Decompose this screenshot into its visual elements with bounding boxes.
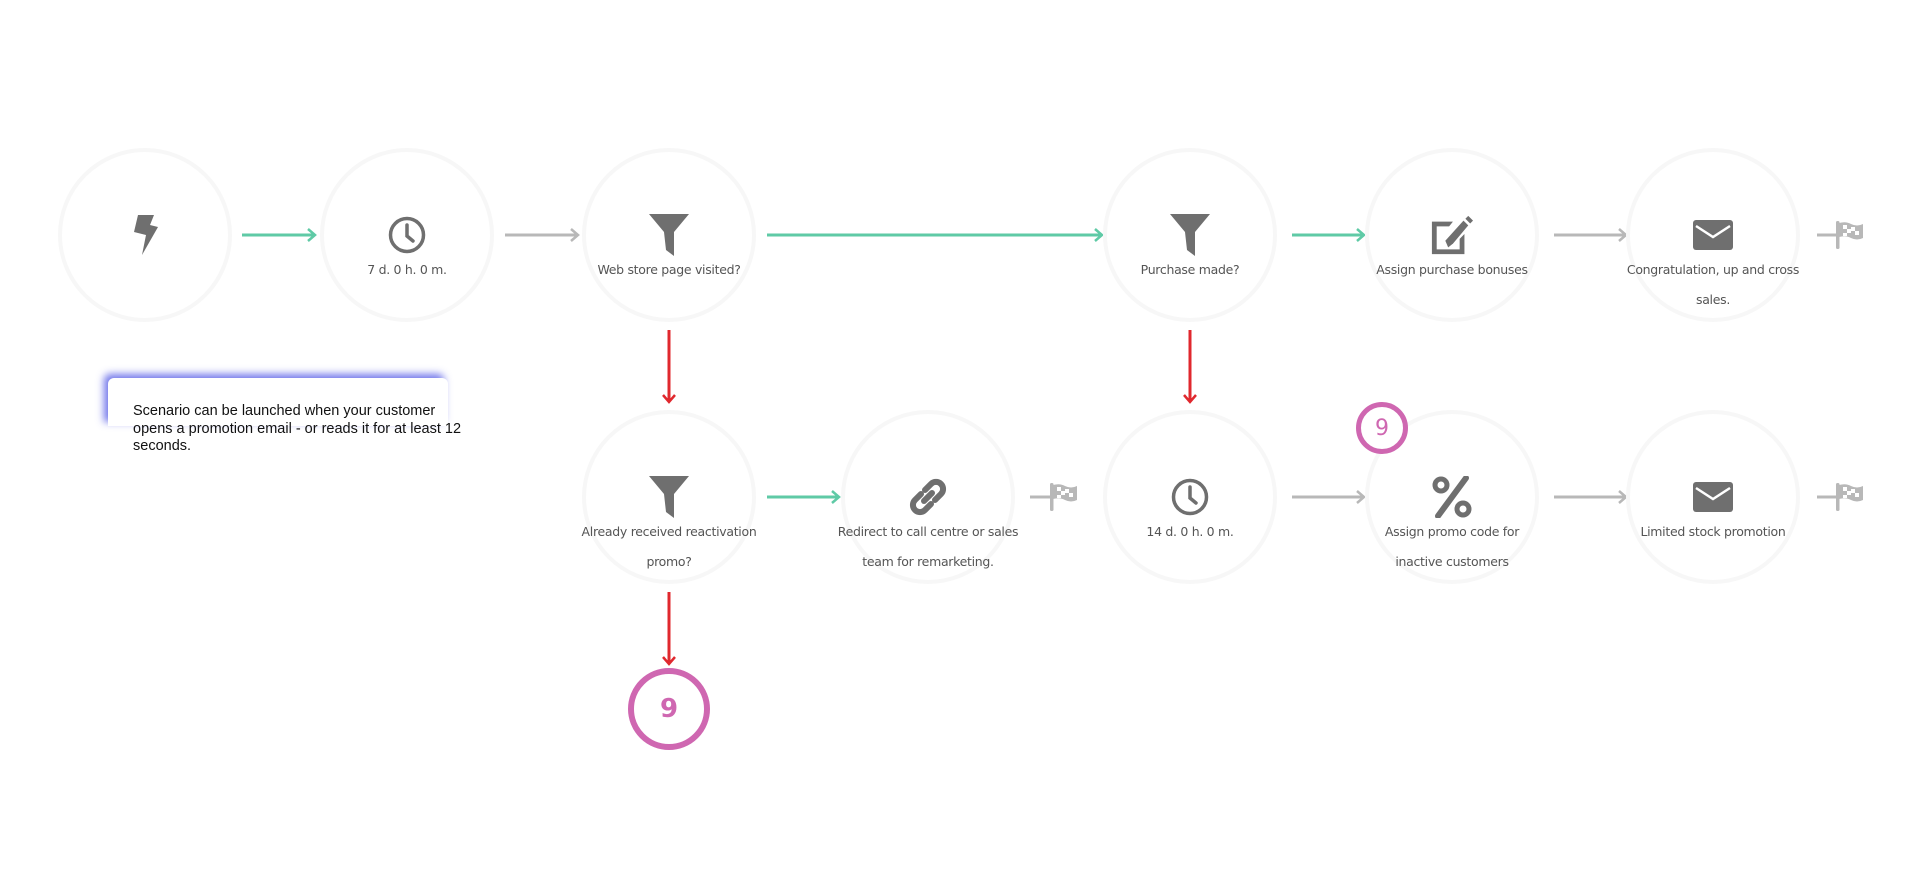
- envelope-icon: [1691, 475, 1735, 519]
- node-label-limited-stock: Limited stock promotion: [1640, 524, 1786, 539]
- percent-icon: [1430, 475, 1474, 519]
- node-condition-purchase[interactable]: [1103, 148, 1277, 322]
- lightning-icon: [123, 213, 167, 257]
- node-label-congrats-line1: Congratulation, up and cross: [1626, 262, 1800, 277]
- clock-icon: [1168, 475, 1212, 519]
- funnel-icon: [647, 213, 691, 257]
- node-label-delay-14d: 14 d. 0 h. 0 m.: [1146, 524, 1234, 539]
- node-label-purchase: Purchase made?: [1140, 262, 1240, 277]
- node-label-redirect-line2: team for remarketing.: [862, 554, 994, 569]
- node-action-bonuses[interactable]: [1365, 148, 1539, 322]
- funnel-icon: [647, 475, 691, 519]
- workflow-canvas: 7 d. 0 h. 0 m. Web store page visited? P…: [0, 0, 1920, 896]
- node-label-reactivation-line2: promo?: [646, 554, 692, 569]
- node-label-redirect-line1: Redirect to call centre or sales: [837, 524, 1019, 539]
- node-label-promo-line2: inactive customers: [1395, 554, 1509, 569]
- end-flag-icon: [1836, 221, 1864, 254]
- tooltip-text: Scenario can be launched when your custo…: [133, 403, 462, 454]
- edit-icon: [1430, 213, 1474, 257]
- node-delay-7d[interactable]: [320, 148, 494, 322]
- funnel-icon: [1168, 213, 1212, 257]
- goto-step-badge[interactable]: 9: [628, 668, 710, 750]
- node-delay-14d[interactable]: [1103, 410, 1277, 584]
- node-label-webstore: Web store page visited?: [597, 262, 741, 277]
- link-icon: [906, 475, 950, 519]
- clock-icon: [385, 213, 429, 257]
- step-count-badge[interactable]: 9: [1356, 402, 1408, 454]
- node-label-delay-7d: 7 d. 0 h. 0 m.: [367, 262, 447, 277]
- node-label-reactivation-line1: Already received reactivation: [581, 524, 757, 539]
- node-condition-webstore[interactable]: [582, 148, 756, 322]
- node-label-bonuses: Assign purchase bonuses: [1376, 262, 1528, 277]
- envelope-icon: [1691, 213, 1735, 257]
- node-email-limited-stock[interactable]: [1626, 410, 1800, 584]
- end-flag-icon: [1836, 483, 1864, 516]
- node-label-promo-line1: Assign promo code for: [1384, 524, 1520, 539]
- node-trigger[interactable]: [58, 148, 232, 322]
- end-flag-icon: [1050, 483, 1078, 516]
- node-label-congrats-line2: sales.: [1695, 292, 1731, 307]
